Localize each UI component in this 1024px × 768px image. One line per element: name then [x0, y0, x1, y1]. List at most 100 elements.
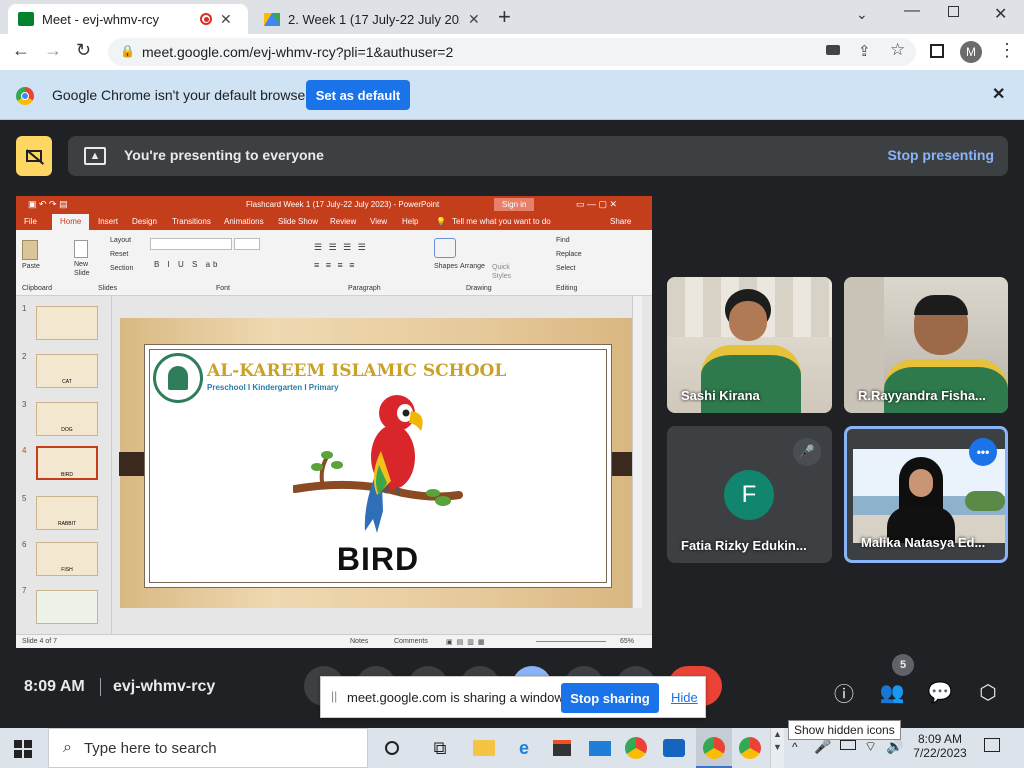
camera-icon[interactable]	[826, 45, 840, 55]
minimize-button[interactable]: —	[904, 2, 920, 20]
battery-icon[interactable]	[840, 740, 856, 750]
close-tab-icon[interactable]: ✕	[220, 11, 232, 28]
new-tab-button[interactable]: +	[498, 4, 511, 30]
ppt-tab-file[interactable]: File	[24, 217, 37, 226]
mic-tray-icon[interactable]: 🎤	[814, 738, 831, 755]
reload-icon[interactable]: ↻	[76, 40, 91, 61]
set-default-button[interactable]: Set as default	[306, 80, 410, 110]
slide-thumbnail-7[interactable]	[36, 590, 98, 624]
new-slide-label[interactable]: New Slide	[74, 260, 98, 278]
show-hidden-icons[interactable]: ^	[792, 740, 798, 754]
close-infobar-icon[interactable]: ✕	[992, 84, 1005, 104]
ppt-tab-slideshow[interactable]: Slide Show	[278, 217, 318, 226]
paragraph-icons[interactable]: ☰ ☰ ☰ ☰	[314, 242, 368, 253]
wifi-icon[interactable]: ⌔	[864, 738, 877, 756]
chrome-icon[interactable]	[622, 734, 650, 762]
replace-button[interactable]: Replace	[556, 251, 582, 258]
participant-tile[interactable]: Sashi Kirana	[667, 277, 832, 413]
hide-button[interactable]: Hide	[671, 690, 698, 705]
close-window-button[interactable]: ✕	[994, 4, 1007, 24]
edge-icon[interactable]: e	[510, 734, 538, 762]
group-slides: Slides	[98, 285, 118, 292]
ppt-tab-view[interactable]: View	[370, 217, 387, 226]
back-icon[interactable]: ←	[12, 40, 30, 61]
infobar-message: Google Chrome isn't your default browser	[52, 87, 310, 103]
activities-icon[interactable]: ⬡	[974, 678, 1002, 706]
ppt-tab-home[interactable]: Home	[52, 214, 90, 230]
select-button[interactable]: Select	[556, 265, 575, 272]
drag-handle-icon[interactable]: ||	[331, 689, 337, 703]
notification-center-icon[interactable]	[984, 738, 1000, 752]
profile-avatar[interactable]: M	[960, 41, 982, 63]
ppt-tab-design[interactable]: Design	[132, 217, 157, 226]
forward-icon[interactable]: →	[44, 40, 62, 61]
arrange-label[interactable]: Arrange	[460, 263, 485, 270]
info-icon[interactable]: ⓘ	[830, 678, 858, 706]
view-buttons-icon[interactable]: ▣▤▥▦	[446, 638, 488, 646]
side-panel-icon[interactable]	[930, 44, 944, 58]
layout-button[interactable]: Layout	[110, 237, 131, 244]
bookmark-star-icon[interactable]: ☆	[890, 40, 905, 60]
quick-styles-label[interactable]: Quick Styles	[492, 263, 518, 281]
ppt-tab-help[interactable]: Help	[402, 217, 418, 226]
font-size-field[interactable]	[234, 238, 260, 250]
section-button[interactable]: Section	[110, 265, 133, 272]
font-name-field[interactable]	[150, 238, 232, 250]
windows-start-icon[interactable]	[14, 740, 32, 758]
chrome-profile-icon[interactable]	[696, 728, 732, 768]
ppt-tab-transitions[interactable]: Transitions	[172, 217, 211, 226]
find-button[interactable]: Find	[556, 237, 570, 244]
close-tab-icon[interactable]: ✕	[468, 11, 480, 28]
slide-thumbnail-4[interactable]: BIRD	[36, 446, 98, 480]
ppt-scrollbar[interactable]	[632, 296, 642, 608]
volume-icon[interactable]: 🔊	[886, 738, 903, 755]
search-box[interactable]: ⌕ Type here to search	[48, 728, 368, 768]
slide-thumbnail-3[interactable]: DOG	[36, 402, 98, 436]
task-view-icon[interactable]: ⧉	[426, 734, 454, 762]
zoom-slider[interactable]	[536, 641, 606, 642]
store-icon[interactable]	[548, 734, 576, 762]
tell-me-field[interactable]: Tell me what you want to do	[452, 217, 551, 226]
url-field[interactable]: 🔒 meet.google.com/evj-whmv-rcy?pli=1&aut…	[108, 38, 916, 66]
ppt-tab-review[interactable]: Review	[330, 217, 356, 226]
tab-search-icon[interactable]: ⌄	[856, 6, 868, 23]
cortana-icon[interactable]	[378, 734, 406, 762]
menu-icon[interactable]: ⋮	[998, 40, 1016, 61]
share-icon[interactable]: ⇪	[858, 42, 871, 60]
paste-icon[interactable]	[22, 240, 38, 260]
mail-icon[interactable]	[586, 734, 614, 762]
chrome-alt-icon[interactable]	[736, 734, 764, 762]
clock[interactable]: 8:09 AM 7/22/2023	[912, 732, 968, 760]
sign-in-button[interactable]: Sign in	[494, 198, 535, 211]
shapes-label[interactable]: Shapes	[434, 263, 458, 270]
slide-thumbnail-2[interactable]: CAT	[36, 354, 98, 388]
chat-icon[interactable]: 💬	[926, 678, 954, 706]
slide-thumbnail-6[interactable]: FISH	[36, 542, 98, 576]
share-button[interactable]: Share	[610, 217, 631, 226]
restore-button[interactable]	[948, 6, 959, 17]
participant-tile[interactable]: 🎤 F Fatia Rizky Edukin...	[667, 426, 832, 563]
tab-meet[interactable]: Meet - evj-whmv-rcy ✕	[8, 4, 248, 34]
participant-tile-active-speaker[interactable]: ••• Malika Natasya Ed...	[844, 426, 1008, 563]
taskbar-scroll[interactable]: ▲ ▼	[770, 728, 784, 768]
slide-thumbnail-5[interactable]: RABBIT	[36, 496, 98, 530]
file-explorer-icon[interactable]	[470, 734, 498, 762]
new-slide-icon[interactable]	[74, 240, 88, 258]
paste-label[interactable]: Paste	[22, 263, 40, 270]
group-font: Font	[216, 285, 231, 292]
shapes-icon[interactable]	[434, 238, 456, 258]
notes-button[interactable]: Notes	[350, 638, 368, 645]
media-player-icon[interactable]	[660, 734, 688, 762]
tab-drive[interactable]: 2. Week 1 (17 July-22 July 2023) ✕	[254, 4, 490, 34]
ppt-tab-insert[interactable]: Insert	[98, 217, 118, 226]
participant-tile[interactable]: R.Rayyandra Fisha...	[844, 277, 1008, 413]
align-icons[interactable]: ≡ ≡ ≡ ≡	[314, 260, 357, 270]
ppt-tab-animations[interactable]: Animations	[224, 217, 264, 226]
stop-presenting-button[interactable]: Stop presenting	[887, 147, 994, 163]
comments-button[interactable]: Comments	[394, 638, 428, 645]
stop-sharing-button[interactable]: Stop sharing	[561, 683, 659, 713]
slide-thumbnail-1[interactable]	[36, 306, 98, 340]
reset-button[interactable]: Reset	[110, 251, 128, 258]
people-icon[interactable]: 👥	[878, 678, 906, 706]
font-format-icons[interactable]: B I U S ab	[154, 260, 220, 269]
